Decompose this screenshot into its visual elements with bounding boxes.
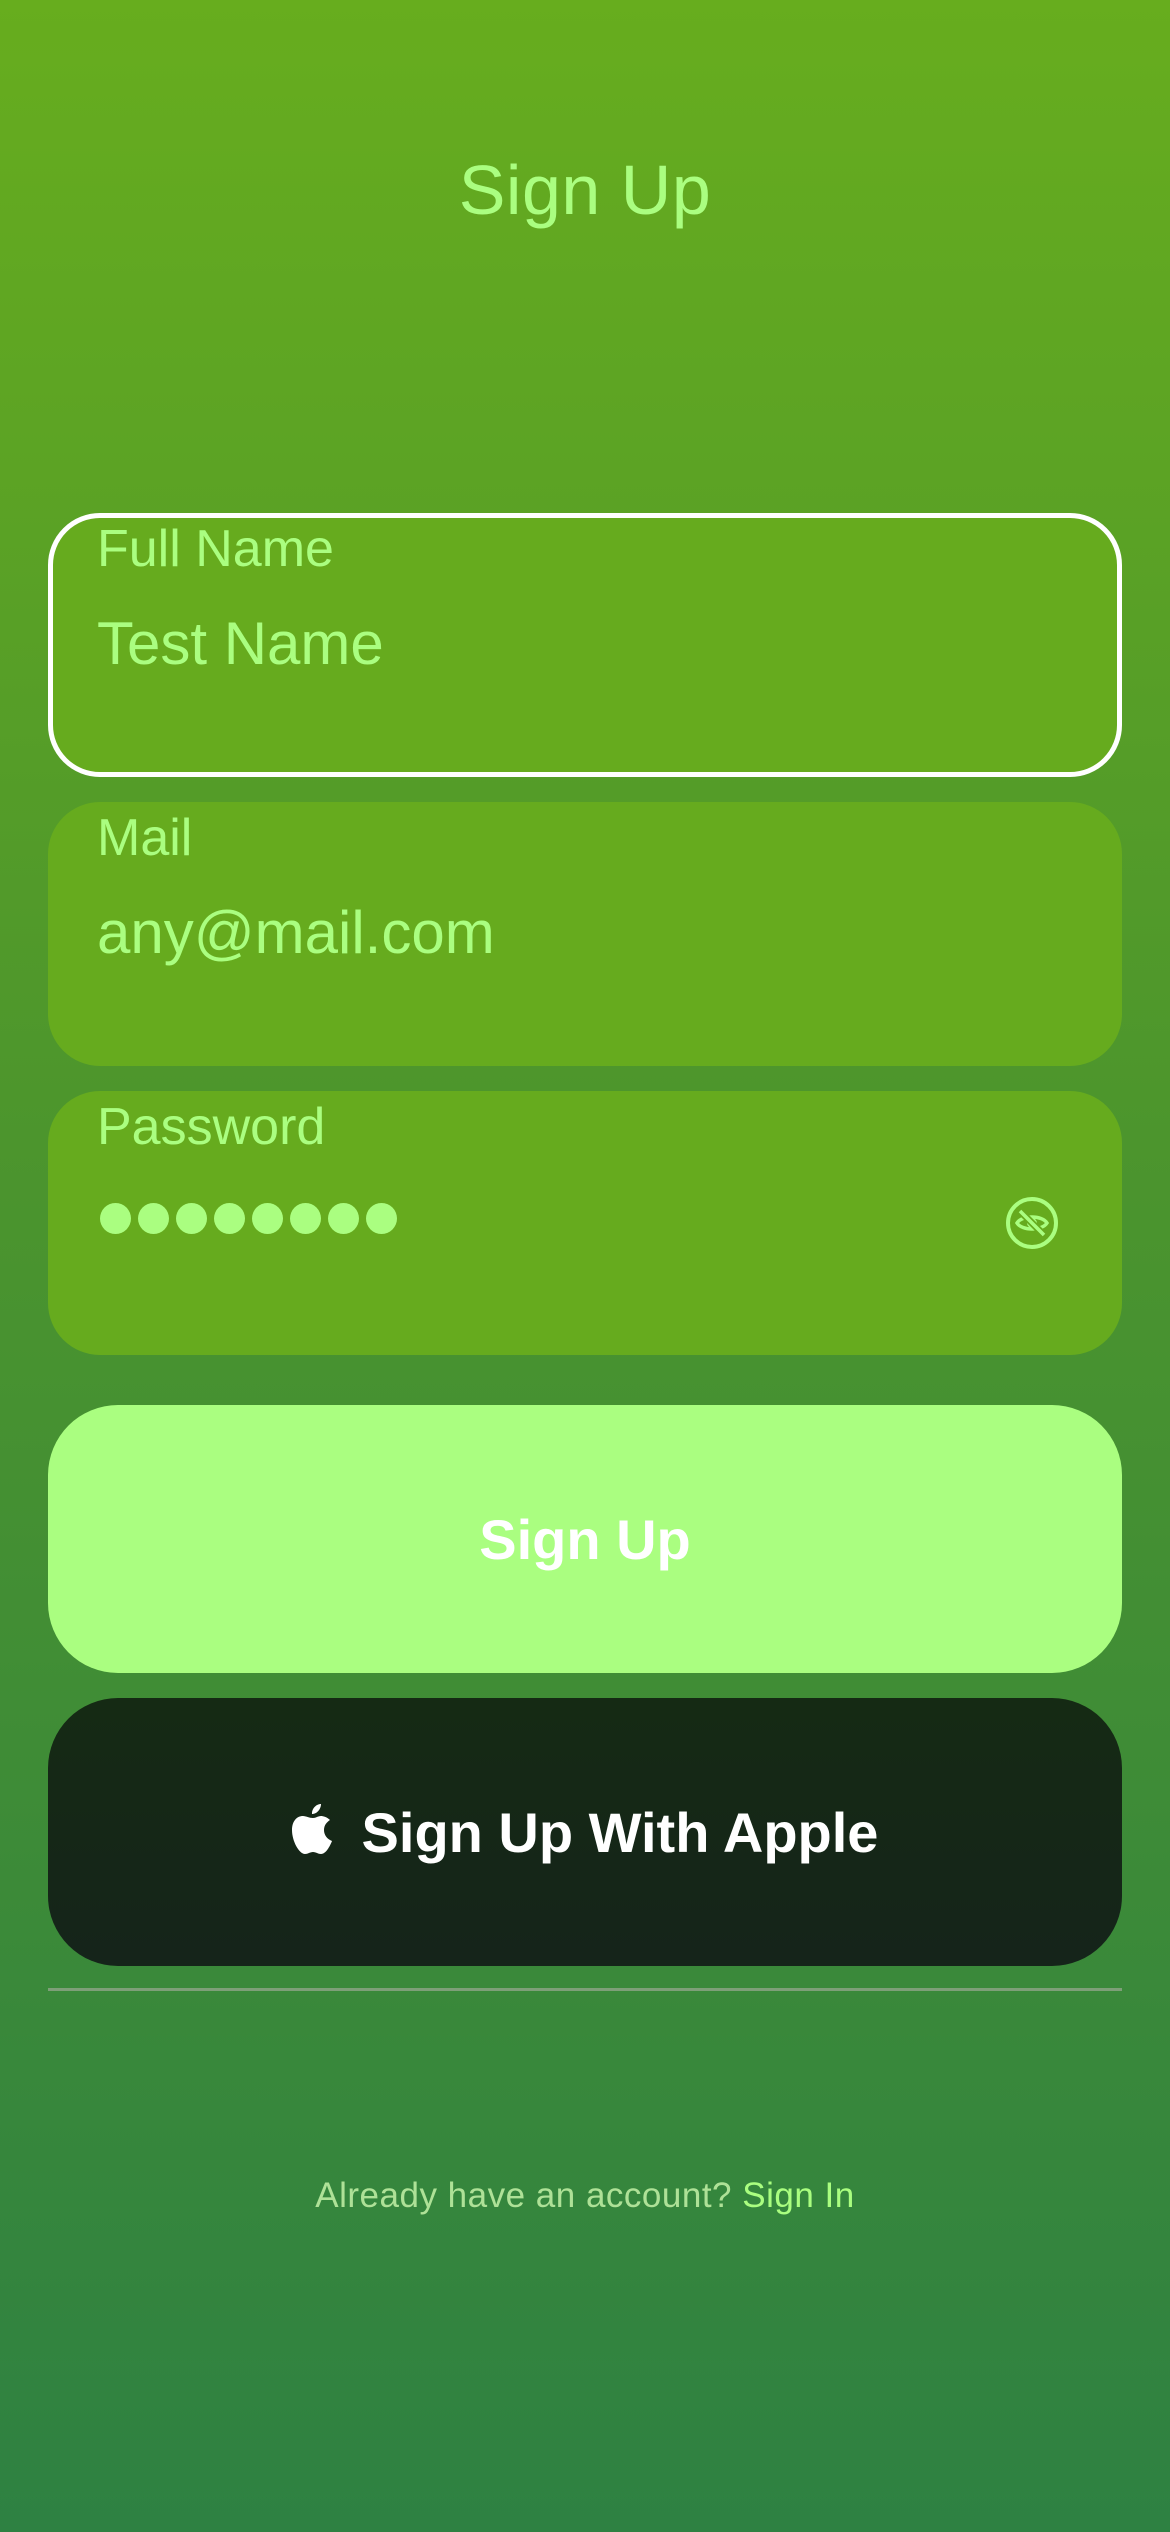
password-input[interactable] [100, 1203, 397, 1234]
password-dot [366, 1203, 397, 1234]
password-field[interactable]: Password [48, 1091, 1122, 1355]
sign-up-button[interactable]: Sign Up [48, 1405, 1122, 1673]
password-dot [100, 1203, 131, 1234]
password-dot [214, 1203, 245, 1234]
password-dot [138, 1203, 169, 1234]
mail-input[interactable] [97, 898, 997, 967]
password-dot [252, 1203, 283, 1234]
divider [48, 1988, 1122, 1991]
password-dot [290, 1203, 321, 1234]
apple-logo-icon [291, 1804, 332, 1854]
password-dot [328, 1203, 359, 1234]
sign-in-prompt: Already have an account? Sign In [0, 2176, 1170, 2216]
sign-up-button-label: Sign Up [479, 1507, 691, 1571]
full-name-field[interactable]: Full Name [48, 513, 1122, 777]
mail-label: Mail [97, 809, 193, 867]
sign-up-with-apple-button[interactable]: Sign Up With Apple [48, 1698, 1122, 1966]
sign-up-with-apple-label: Sign Up With Apple [361, 1800, 879, 1864]
password-dot [176, 1203, 207, 1234]
sign-in-link[interactable]: Sign In [742, 2176, 854, 2215]
password-label: Password [97, 1098, 326, 1156]
full-name-label: Full Name [97, 520, 334, 578]
footer-prompt-text: Already have an account? [315, 2176, 733, 2215]
mail-field[interactable]: Mail [48, 802, 1122, 1066]
eye-slash-icon[interactable] [1004, 1195, 1060, 1251]
page-title: Sign Up [458, 151, 712, 229]
full-name-input[interactable] [97, 609, 997, 678]
